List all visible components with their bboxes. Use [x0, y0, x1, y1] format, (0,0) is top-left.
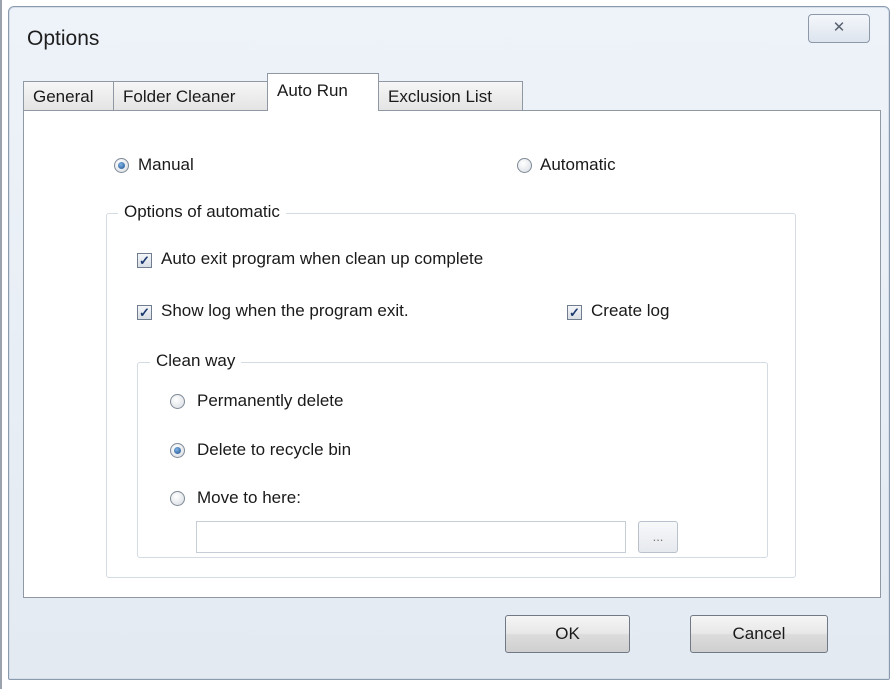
move-path-input[interactable] [196, 521, 626, 553]
automatic-label[interactable]: Automatic [540, 155, 616, 175]
auto-exit-label[interactable]: Auto exit program when clean up complete [161, 249, 483, 269]
close-icon: ✕ [832, 19, 846, 36]
permanently-delete-label[interactable]: Permanently delete [197, 391, 343, 411]
background-edge [0, 0, 2, 689]
show-log-label[interactable]: Show log when the program exit. [161, 301, 409, 321]
cancel-button[interactable]: Cancel [690, 615, 828, 653]
manual-radio[interactable] [114, 158, 129, 173]
options-dialog: Options ✕ General Folder Cleaner Auto Ru… [8, 6, 890, 680]
create-log-checkbox[interactable]: ✓ [567, 305, 582, 320]
dialog-title: Options [27, 27, 100, 50]
automatic-radio[interactable] [517, 158, 532, 173]
dialog-client-area: General Folder Cleaner Auto Run Exclusio… [17, 71, 881, 601]
options-of-automatic-group: Options of automatic ✓ Auto exit program… [106, 202, 796, 578]
auto-exit-checkbox[interactable]: ✓ [137, 253, 152, 268]
clean-way-legend: Clean way [150, 351, 242, 371]
permanently-delete-radio[interactable] [170, 394, 185, 409]
browse-folder-button[interactable]: ... [638, 521, 678, 553]
delete-to-recycle-bin-label[interactable]: Delete to recycle bin [197, 440, 351, 460]
close-button[interactable]: ✕ [808, 14, 870, 43]
create-log-label[interactable]: Create log [591, 301, 669, 321]
move-to-here-label[interactable]: Move to here: [197, 488, 301, 508]
auto-run-panel: Manual Automatic Options of automatic ✓ … [23, 110, 881, 598]
tab-folder-cleaner[interactable]: Folder Cleaner [113, 81, 268, 110]
tab-exclusion-list[interactable]: Exclusion List [378, 81, 523, 110]
delete-to-recycle-bin-radio[interactable] [170, 443, 185, 458]
tab-general[interactable]: General [23, 81, 114, 110]
options-of-automatic-legend: Options of automatic [118, 202, 286, 222]
clean-way-group: Clean way Permanently delete Delete to r… [137, 351, 768, 558]
tab-auto-run[interactable]: Auto Run [267, 73, 379, 111]
manual-label[interactable]: Manual [138, 155, 194, 175]
move-to-here-radio[interactable] [170, 491, 185, 506]
show-log-checkbox[interactable]: ✓ [137, 305, 152, 320]
ok-button[interactable]: OK [505, 615, 630, 653]
